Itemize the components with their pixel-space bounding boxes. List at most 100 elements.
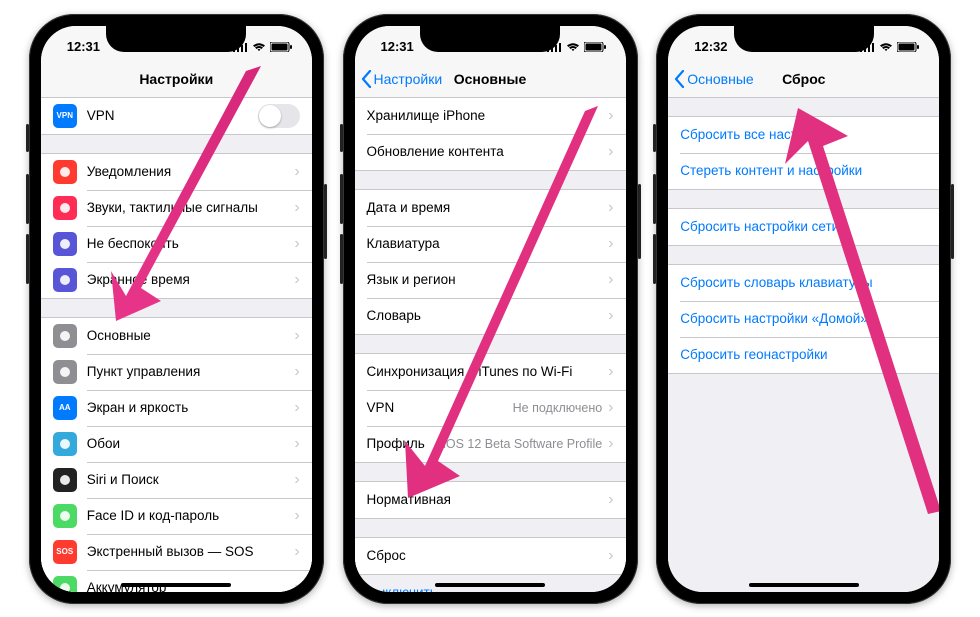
general-content[interactable]: Хранилище iPhone › Обновление контента ›… [355,98,626,592]
side-button [340,174,343,224]
group-vpn: VPN VPN [41,98,312,135]
settings-row[interactable]: Не беспокоить › [41,226,312,262]
chevron-right-icon: › [294,327,299,345]
wifi-icon [566,42,580,52]
row-label: Экранное время [87,272,295,287]
side-button [340,234,343,284]
reset-content[interactable]: Сбросить все настройки Стереть контент и… [668,98,939,592]
group-regulatory: Нормативная › [355,481,626,519]
settings-row[interactable]: Словарь › [355,298,626,334]
settings-row[interactable]: Профиль iOS 12 Beta Software Profile › [355,426,626,462]
row-label: Звуки, тактильные сигналы [87,200,295,215]
nav-title: Сброс [782,71,825,87]
side-button [638,184,641,259]
back-button[interactable]: Настройки [361,62,443,97]
reset-option[interactable]: Сбросить настройки сети [668,209,939,245]
wifi-icon [252,42,266,52]
vpn-toggle[interactable] [258,104,300,128]
home-indicator[interactable] [749,583,859,587]
settings-row[interactable]: Дата и время › [355,190,626,226]
settings-row[interactable]: Клавиатура › [355,226,626,262]
settings-row[interactable]: Язык и регион › [355,262,626,298]
row-icon: SOS [53,540,77,564]
side-button [26,174,29,224]
reset-option[interactable]: Сбросить настройки «Домой» [668,301,939,337]
settings-row[interactable]: Звуки, тактильные сигналы › [41,190,312,226]
row-label: Экстренный вызов — SOS [87,544,295,559]
row-label: Экран и яркость [87,400,295,415]
row-label: Siri и Поиск [87,472,295,487]
reset-option[interactable]: Сбросить словарь клавиатуры [668,265,939,301]
nav-bar: Основные Сброс [668,62,939,98]
row-label: Сбросить настройки сети [680,219,927,234]
row-icon [53,360,77,384]
home-indicator[interactable] [121,583,231,587]
chevron-right-icon: › [294,399,299,417]
row-label: Хранилище iPhone [367,108,609,123]
nav-bar: Настройки [41,62,312,98]
row-icon [53,432,77,456]
settings-row[interactable]: Обои › [41,426,312,462]
chevron-right-icon: › [608,199,613,217]
settings-row[interactable]: Сброс › [355,538,626,574]
settings-row[interactable]: Обновление контента › [355,134,626,170]
chevron-right-icon: › [608,363,613,381]
group-reset-network: Сбросить настройки сети [668,208,939,246]
settings-row[interactable]: Основные › [41,318,312,354]
row-label: Обои [87,436,295,451]
notch [734,26,874,52]
settings-row[interactable]: Синхронизация с iTunes по Wi-Fi › [355,354,626,390]
settings-row[interactable]: AA Экран и яркость › [41,390,312,426]
chevron-right-icon: › [294,271,299,289]
reset-option[interactable]: Стереть контент и настройки [668,153,939,189]
settings-row[interactable]: Уведомления › [41,154,312,190]
row-label: Не беспокоить [87,236,295,251]
phone-1: 12:31 Настройки VPN VPN Уведомления › [29,14,324,604]
row-label: Обновление контента [367,144,609,159]
chevron-left-icon [361,70,372,88]
row-icon [53,468,77,492]
group-notifications: Уведомления › Звуки, тактильные сигналы … [41,153,312,299]
chevron-right-icon: › [294,543,299,561]
settings-row[interactable]: Siri и Поиск › [41,462,312,498]
reset-option[interactable]: Сбросить все настройки [668,117,939,153]
screen-settings: 12:31 Настройки VPN VPN Уведомления › [41,26,312,592]
row-label: Словарь [367,308,609,323]
chevron-right-icon: › [294,507,299,525]
group-reset-other: Сбросить словарь клавиатуры Сбросить нас… [668,264,939,374]
row-label: Уведомления [87,164,295,179]
row-icon [53,504,77,528]
side-button [951,184,954,259]
back-button[interactable]: Основные [674,62,753,97]
row-label: Стереть контент и настройки [680,163,927,178]
settings-row[interactable]: SOS Экстренный вызов — SOS › [41,534,312,570]
chevron-right-icon: › [294,435,299,453]
row-detail: Не подключено [513,401,603,415]
nav-title: Основные [454,71,527,87]
wifi-icon [879,42,893,52]
reset-option[interactable]: Сбросить геонастройки [668,337,939,373]
settings-row[interactable]: Экранное время › [41,262,312,298]
row-vpn[interactable]: VPN VPN [41,98,312,134]
settings-content[interactable]: VPN VPN Уведомления › Звуки, тактильные … [41,98,312,592]
settings-row[interactable]: Аккумулятор › [41,570,312,592]
notch [106,26,246,52]
side-button [653,124,656,152]
side-button [340,124,343,152]
chevron-right-icon: › [294,471,299,489]
chevron-right-icon: › [294,199,299,217]
row-icon [53,268,77,292]
row-label: VPN [87,108,258,123]
settings-row[interactable]: Пункт управления › [41,354,312,390]
row-label: Сбросить настройки «Домой» [680,311,927,326]
settings-row[interactable]: Нормативная › [355,482,626,518]
settings-row[interactable]: Face ID и код-пароль › [41,498,312,534]
settings-row[interactable]: VPN Не подключено › [355,390,626,426]
home-indicator[interactable] [435,583,545,587]
chevron-right-icon: › [608,547,613,565]
settings-row[interactable]: Хранилище iPhone › [355,98,626,134]
group-reset: Сброс › [355,537,626,575]
battery-icon [584,42,606,52]
chevron-right-icon: › [608,235,613,253]
group-sync: Синхронизация с iTunes по Wi-Fi › VPN Не… [355,353,626,463]
